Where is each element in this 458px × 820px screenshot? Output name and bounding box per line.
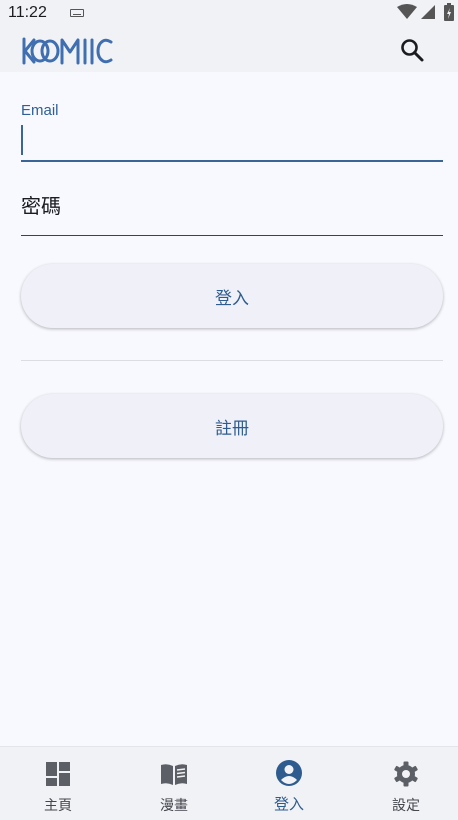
nav-item-settings[interactable]: 設定 [349,747,458,820]
account-circle-icon [276,760,302,786]
login-button[interactable]: 登入 [21,264,443,328]
search-icon[interactable] [398,36,426,64]
nav-label-home: 主頁 [44,798,72,814]
register-button-label: 註冊 [215,418,249,439]
battery-icon [444,3,454,21]
password-field[interactable] [21,186,443,236]
app-bar [0,28,458,72]
email-field[interactable] [21,122,443,162]
signal-icon [421,5,435,19]
text-cursor [21,125,23,155]
nav-item-comics[interactable]: 漫畫 [117,747,231,820]
divider [21,360,443,361]
dashboard-icon [46,762,70,786]
keyboard-icon [70,9,84,17]
gear-icon [394,761,418,787]
password-label: 密碼 [21,194,61,218]
nav-label-settings: 設定 [392,798,420,814]
register-button[interactable]: 註冊 [21,394,443,458]
book-icon [161,764,187,785]
nav-label-login: 登入 [273,795,304,813]
nav-item-home[interactable]: 主頁 [1,747,115,820]
app-screen: 11:22 Email 密碼 登入 註冊 主頁 漫畫 登入 設定 [0,0,458,820]
email-label: Email [21,102,59,119]
status-time: 11:22 [8,4,47,21]
nav-label-comics: 漫畫 [160,798,188,814]
wifi-icon [397,4,417,19]
status-bar: 11:22 [0,0,458,28]
komiic-logo [22,37,113,65]
login-button-label: 登入 [215,288,249,309]
nav-item-login[interactable]: 登入 [232,747,346,820]
bottom-navigation: 主頁 漫畫 登入 設定 [0,746,458,820]
